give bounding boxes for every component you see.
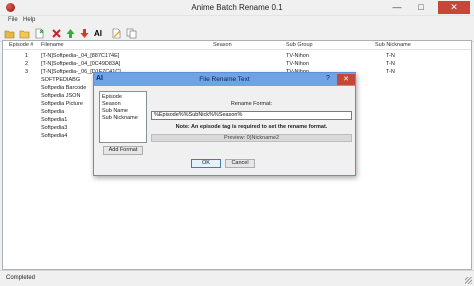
delete-icon[interactable] (51, 28, 62, 39)
cell-filename: Softpedia (41, 109, 65, 115)
column-sub-group[interactable]: Sub Group (286, 42, 313, 48)
cell-filename: Softpedia3 (41, 125, 68, 131)
resize-grip[interactable] (465, 277, 472, 284)
tag-episode[interactable]: Episode (102, 94, 122, 100)
move-up-icon[interactable] (65, 28, 76, 39)
cell-filename: Softpedia Barcode (41, 85, 87, 91)
rename-format-label: Rename Format: (230, 101, 273, 107)
cell-filename: Softpedia JSON (41, 93, 81, 99)
column-episode[interactable]: Episode # (9, 42, 33, 48)
minimize-button[interactable]: — (386, 1, 408, 14)
tag-sub-name[interactable]: Sub Name (102, 108, 128, 114)
close-window-button[interactable]: ✕ (438, 1, 470, 14)
cell-sub-group: TV-Nihon (286, 61, 309, 67)
new-file-icon[interactable] (34, 28, 45, 39)
cell-episode: 3 (25, 69, 29, 75)
preview-field: Preview: 0)Nickname2 (151, 134, 352, 142)
maximize-button[interactable]: □ (410, 1, 432, 14)
menu-help[interactable]: Help (23, 17, 35, 23)
menu-bar: File Help (0, 16, 474, 27)
rename-text-icon[interactable]: AI (94, 28, 105, 39)
move-down-icon[interactable] (79, 28, 90, 39)
table-row[interactable]: 1 [T-N]Softpedia-_04_[887C174E] TV-Nihon T-… (3, 52, 471, 60)
tag-season[interactable]: Season (102, 101, 121, 107)
cancel-button[interactable]: Cancel (225, 159, 255, 168)
column-season[interactable]: Season (213, 42, 232, 48)
cell-sub-nickname: T-N (386, 53, 395, 59)
cell-filename: Softpedia Picture (41, 101, 83, 107)
menu-file[interactable]: File (8, 17, 18, 23)
cell-filename: Softpedia4 (41, 133, 68, 139)
open-folder-icon[interactable] (4, 28, 15, 39)
cell-sub-group: TV-Nihon (286, 53, 309, 59)
rename-dialog: AI File Rename Text ? ✕ Episode Season S… (93, 72, 356, 176)
dialog-close-button[interactable]: ✕ (337, 74, 355, 85)
list-header: Episode # Filename Season Sub Group Sub … (3, 41, 471, 50)
copy-icon[interactable] (126, 28, 137, 39)
cell-episode: 2 (25, 61, 29, 67)
cell-filename: Softpedia1 (41, 117, 68, 123)
dialog-title: File Rename Text (199, 76, 250, 83)
rename-format-input[interactable]: %Episode%%SubNick%%Season% (151, 111, 352, 120)
title-bar: Anime Batch Rename 0.1 — □ ✕ (0, 0, 474, 16)
status-text: Completed (6, 275, 36, 281)
tag-list[interactable]: Episode Season Sub Name Sub Nickname (99, 91, 147, 143)
cell-filename: SOFTPEDIABG (41, 77, 81, 83)
tag-sub-nickname[interactable]: Sub Nickname (102, 115, 138, 121)
status-bar: Completed (0, 270, 474, 286)
cell-filename: [T-N]Softpedia-_04_[887C174E] (41, 53, 120, 59)
cell-filename: [T-N]Softpedia-_04_[0C49D83A] (41, 61, 121, 67)
table-row[interactable]: 2 [T-N]Softpedia-_04_[0C49D83A] TV-Nihon T-… (3, 60, 471, 68)
cell-sub-nickname: T-N (386, 69, 395, 75)
column-filename[interactable]: Filename (41, 42, 64, 48)
add-format-button[interactable]: Add Format (103, 146, 143, 155)
episode-tag-note: Note: An episode tag is required to set … (175, 124, 328, 130)
ok-button[interactable]: OK (191, 159, 221, 168)
dialog-title-bar: AI File Rename Text ? ✕ (94, 73, 355, 86)
edit-icon[interactable] (111, 28, 122, 39)
folder-icon[interactable] (19, 28, 30, 39)
cell-sub-nickname: T-N (386, 61, 395, 67)
dialog-help-button[interactable]: ? (326, 75, 330, 82)
column-sub-nickname[interactable]: Sub Nickname (375, 42, 411, 48)
cell-episode: 1 (25, 53, 29, 59)
